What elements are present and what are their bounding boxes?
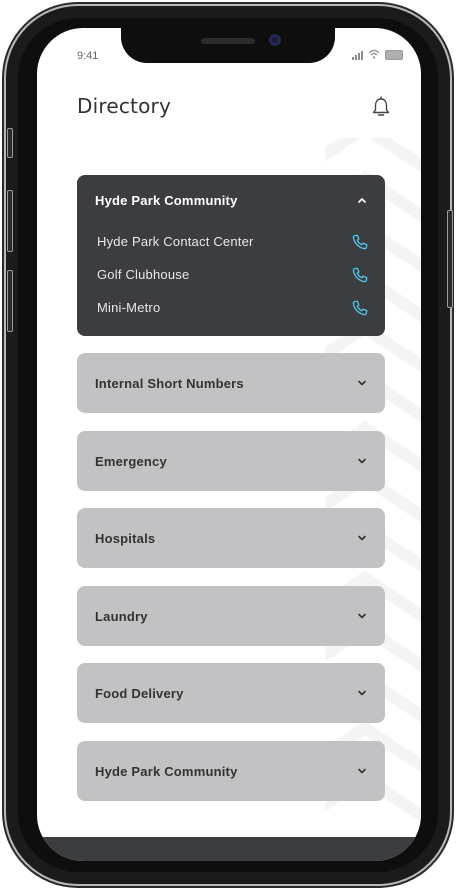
section-title: Hyde Park Community (95, 763, 238, 779)
speaker-grille (201, 38, 255, 44)
phone-icon[interactable] (351, 299, 369, 317)
section-card[interactable]: Hyde Park Community (77, 741, 385, 801)
bottom-tab-bar (37, 837, 421, 861)
camera-icon (269, 34, 281, 46)
section-header[interactable]: Hyde Park Community (77, 175, 385, 225)
section-card[interactable]: Internal Short Numbers (77, 353, 385, 413)
section-card[interactable]: Emergency (77, 431, 385, 491)
volume-up-button (7, 190, 13, 252)
contact-item[interactable]: Hyde Park Contact Center (77, 225, 385, 258)
app-screen: 9:41 Directory Hyde Park Community Hyde … (37, 28, 421, 861)
section-title: Hyde Park Community (95, 192, 238, 208)
section-header[interactable]: Hospitals (77, 508, 385, 568)
chevron-down-icon[interactable] (357, 457, 367, 465)
contact-item[interactable]: Golf Clubhouse (77, 258, 385, 291)
notch (121, 28, 335, 63)
chevron-down-icon[interactable] (357, 612, 367, 620)
section-title: Food Delivery (95, 685, 184, 701)
section-header[interactable]: Internal Short Numbers (77, 353, 385, 413)
signal-icon (352, 50, 363, 60)
chevron-down-icon[interactable] (357, 379, 367, 387)
section-card[interactable]: Hospitals (77, 508, 385, 568)
section-card-expanded: Hyde Park Community Hyde Park Contact Ce… (77, 175, 385, 336)
chevron-down-icon[interactable] (357, 767, 367, 775)
section-title: Internal Short Numbers (95, 375, 244, 391)
chevron-up-icon[interactable] (357, 196, 367, 204)
section-header[interactable]: Laundry (77, 586, 385, 646)
volume-down-button (7, 270, 13, 332)
section-title: Emergency (95, 453, 167, 469)
wifi-icon (368, 49, 380, 59)
chevron-down-icon[interactable] (357, 534, 367, 542)
contact-name: Hyde Park Contact Center (97, 234, 254, 249)
phone-icon[interactable] (351, 233, 369, 251)
page-title: Directory (77, 94, 171, 118)
contact-item[interactable]: Mini-Metro (77, 291, 385, 324)
section-header[interactable]: Hyde Park Community (77, 741, 385, 801)
contact-name: Mini-Metro (97, 300, 161, 315)
status-time: 9:41 (77, 50, 99, 62)
section-header[interactable]: Emergency (77, 431, 385, 491)
status-icons (352, 48, 403, 60)
section-title: Hospitals (95, 530, 156, 546)
bell-icon[interactable] (371, 96, 391, 118)
section-card[interactable]: Food Delivery (77, 663, 385, 723)
silent-switch (7, 128, 13, 158)
section-title: Laundry (95, 608, 148, 624)
chevron-down-icon[interactable] (357, 689, 367, 697)
battery-icon (385, 50, 403, 60)
contact-name: Golf Clubhouse (97, 267, 190, 282)
power-button (447, 210, 453, 308)
section-header[interactable]: Food Delivery (77, 663, 385, 723)
phone-icon[interactable] (351, 266, 369, 284)
section-card[interactable]: Laundry (77, 586, 385, 646)
